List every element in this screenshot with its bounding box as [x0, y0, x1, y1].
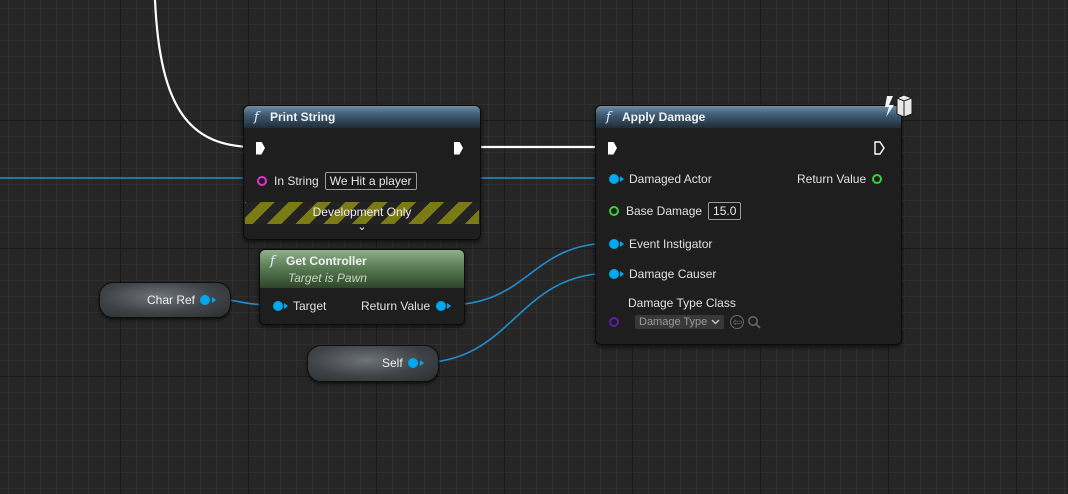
self-variable-node[interactable]: Self	[307, 345, 439, 382]
return-value-pin[interactable]	[436, 301, 447, 311]
damage-type-class-label: Damage Type Class	[628, 296, 736, 310]
damage-causer-pin[interactable]	[609, 269, 619, 279]
pin-arrow-icon	[420, 360, 424, 366]
in-string-label: In String	[274, 174, 319, 188]
pin-arrow-icon	[447, 303, 452, 309]
self-label: Self	[382, 356, 403, 370]
server-cube-icon	[885, 94, 913, 118]
event-instigator-pin[interactable]	[609, 239, 619, 249]
base-damage-label: Base Damage	[626, 204, 703, 218]
expand-chevron-icon[interactable]: ⌄	[244, 220, 480, 233]
return-value-label: Return Value	[361, 299, 431, 313]
apply-damage-node[interactable]: f Apply Damage Damaged Actor Return Valu…	[595, 94, 913, 345]
char-ref-label: Char Ref	[147, 293, 196, 307]
print-string-header[interactable]: f Print String	[244, 106, 480, 128]
pin-arrow-icon	[620, 271, 624, 277]
apply-damage-header[interactable]: f Apply Damage	[596, 106, 901, 128]
in-string-input[interactable]: We Hit a player	[324, 172, 417, 190]
base-damage-pin[interactable]	[609, 206, 619, 216]
pin-arrow-icon	[284, 303, 288, 309]
apply-damage-title: Apply Damage	[622, 110, 706, 124]
print-string-title: Print String	[270, 110, 336, 124]
wire-layer	[0, 0, 613, 364]
pin-arrow-icon	[212, 297, 216, 303]
damaged-actor-pin[interactable]	[609, 174, 619, 184]
function-icon: f	[606, 110, 611, 125]
get-controller-node[interactable]: f Get Controller Target is Pawn Target R…	[259, 249, 465, 325]
pin-arrow-icon	[620, 176, 624, 182]
function-icon: f	[270, 254, 275, 269]
char-ref-pin[interactable]	[200, 295, 210, 305]
target-pin[interactable]	[273, 301, 283, 311]
development-only-label: Development Only	[312, 205, 412, 219]
event-instigator-label: Event Instigator	[629, 237, 713, 251]
damage-causer-label: Damage Causer	[629, 267, 717, 281]
target-label: Target	[293, 299, 327, 313]
browse-back-icon[interactable]: ⇦	[730, 315, 745, 329]
damage-type-dropdown[interactable]: Damage Type	[635, 315, 725, 329]
return-value-pin[interactable]	[872, 174, 883, 184]
return-value-label: Return Value	[797, 172, 867, 186]
function-icon: f	[254, 110, 259, 125]
get-controller-subtitle: Target is Pawn	[288, 271, 367, 285]
exec-in-pin[interactable]	[256, 141, 265, 155]
base-damage-input[interactable]: 15.0	[708, 202, 742, 220]
in-string-pin[interactable]	[257, 176, 267, 186]
wire-controller-to-instigator	[446, 242, 613, 306]
exec-in-pin[interactable]	[608, 141, 617, 155]
damage-type-class-pin[interactable]	[609, 317, 619, 327]
char-ref-variable-node[interactable]: Char Ref	[99, 282, 231, 318]
exec-wire-incoming	[153, 0, 256, 149]
search-icon[interactable]	[747, 315, 761, 329]
exec-out-pin[interactable]	[874, 141, 885, 155]
self-pin[interactable]	[408, 358, 418, 368]
damaged-actor-label: Damaged Actor	[629, 172, 712, 186]
chevron-down-icon	[711, 319, 720, 325]
get-controller-title: Get Controller	[286, 254, 367, 268]
damage-type-value: Damage Type	[639, 316, 708, 328]
print-string-node[interactable]: f Print String In String We Hit a player…	[243, 105, 481, 240]
exec-out-pin[interactable]	[454, 141, 463, 155]
pin-arrow-icon	[620, 241, 624, 247]
